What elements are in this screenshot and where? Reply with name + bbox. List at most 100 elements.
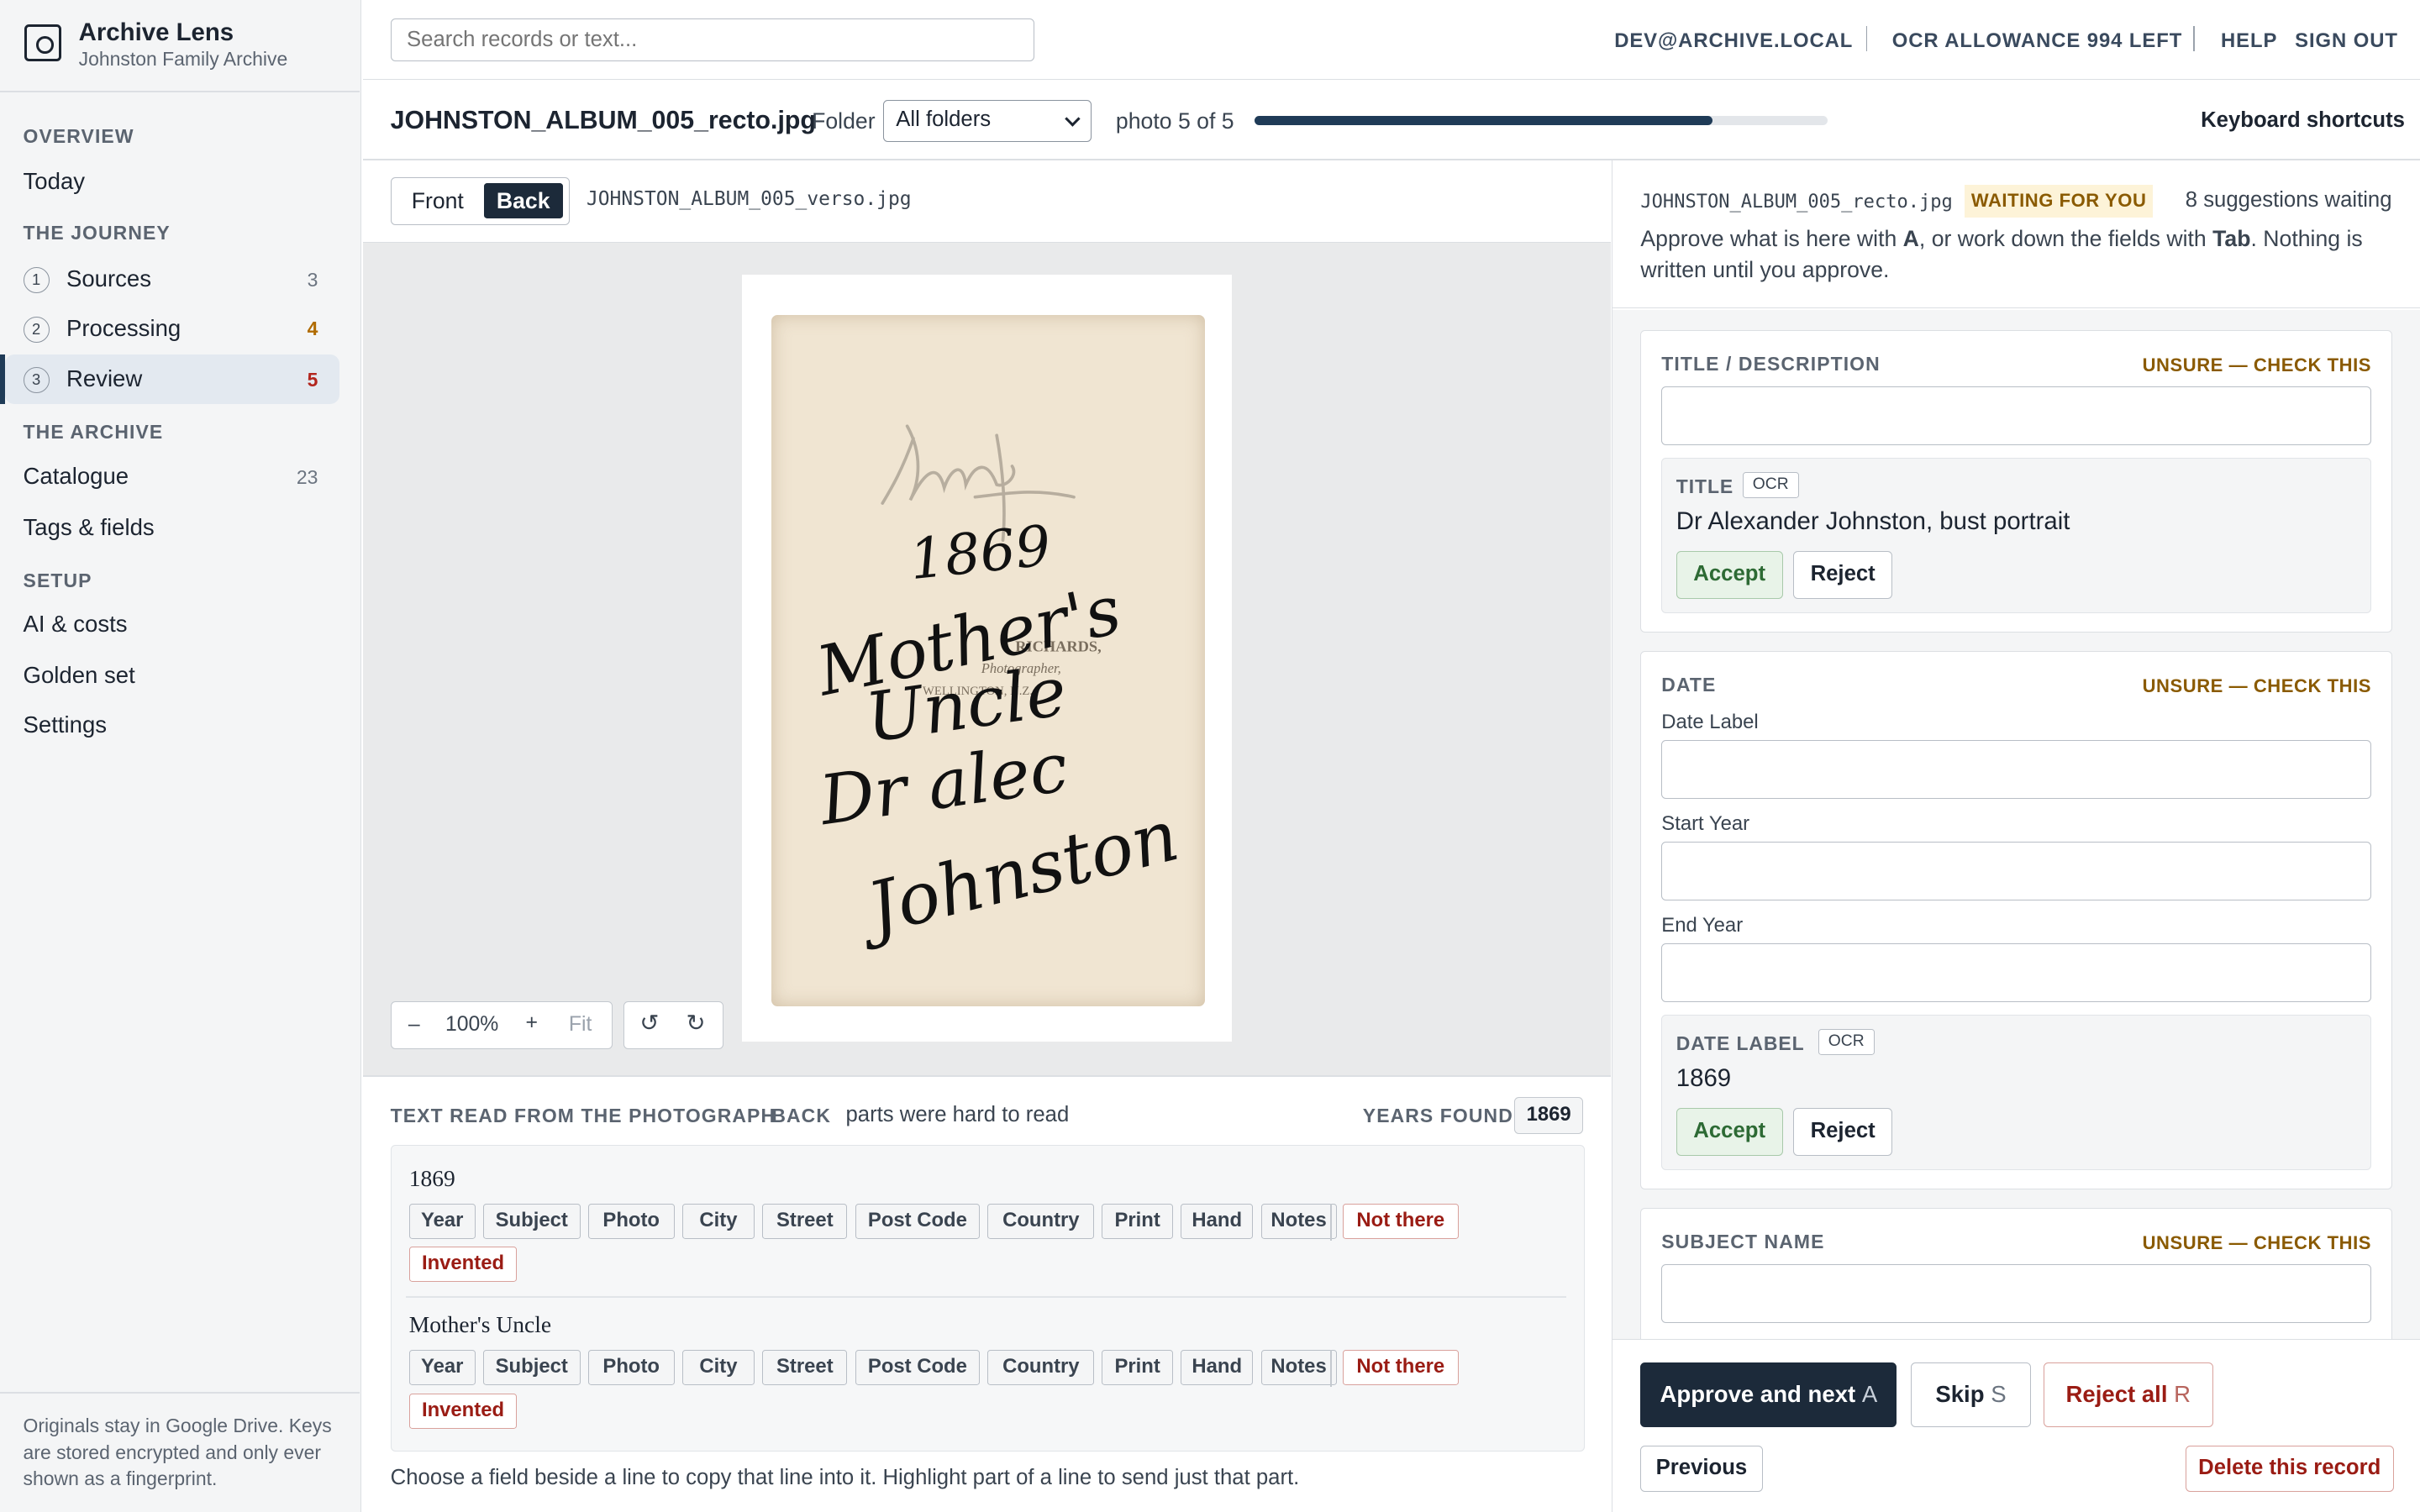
title-input[interactable] <box>1661 386 2372 445</box>
app-name: Archive Lens <box>78 18 234 47</box>
field-chip-city[interactable]: City <box>681 1203 755 1239</box>
folder-select[interactable]: All folders <box>882 100 1092 142</box>
start-year-label: Start Year <box>1661 812 1750 836</box>
sidebar-item-count: 23 <box>296 465 318 488</box>
text-line[interactable]: 1869 <box>409 1165 455 1192</box>
field-heading: SUBJECT NAME <box>1661 1230 1825 1252</box>
shortcut-key: R <box>2174 1380 2191 1407</box>
front-toggle-button[interactable]: Front <box>397 183 478 218</box>
textread-divider <box>362 1075 1612 1077</box>
zoom-out-button[interactable]: – <box>408 1013 420 1037</box>
suggestion-value: 1869 <box>1676 1064 1732 1093</box>
not-there-chip[interactable]: Not there <box>1342 1203 1459 1239</box>
field-chip-street[interactable]: Street <box>762 1350 848 1386</box>
accept-button[interactable]: Accept <box>1676 550 1783 599</box>
handwriting-line: Dr alec <box>813 728 1072 842</box>
field-chip-city[interactable]: City <box>681 1350 755 1386</box>
rotate-left-icon[interactable]: ↺ <box>639 1010 659 1037</box>
sidebar-item-count: 3 <box>307 268 318 291</box>
previous-button[interactable]: Previous <box>1640 1445 1763 1493</box>
end-year-input[interactable] <box>1661 943 2372 1002</box>
handwriting-line: 1869 <box>907 513 1054 592</box>
field-chip-print[interactable]: Print <box>1102 1203 1173 1239</box>
unsure-badge: UNSURE — CHECK THIS <box>2142 675 2371 696</box>
date-field-card: DATE UNSURE — CHECK THIS Date Label Star… <box>1640 651 2392 1190</box>
year-badge[interactable]: 1869 <box>1513 1096 1584 1134</box>
field-chip-subject[interactable]: Subject <box>482 1350 581 1386</box>
chevron-down-icon <box>1065 111 1081 127</box>
section-archive: THE ARCHIVE <box>23 421 164 444</box>
photo-card-back: RICHARDS, Photographer, WELLINGTON, N.Z.… <box>771 314 1206 1006</box>
sidebar-item-review[interactable]: 3 Review 5 <box>0 354 340 405</box>
invented-chip[interactable]: Invented <box>408 1393 518 1429</box>
zoom-in-button[interactable]: + <box>525 1011 537 1035</box>
reject-button[interactable]: Reject <box>1793 550 1892 599</box>
field-chip-street[interactable]: Street <box>762 1203 848 1239</box>
field-chip-post-code[interactable]: Post Code <box>855 1203 981 1239</box>
field-chip-year[interactable]: Year <box>408 1350 476 1386</box>
help-link[interactable]: HELP <box>2221 29 2277 53</box>
field-chip-hand[interactable]: Hand <box>1181 1350 1254 1386</box>
not-there-chip[interactable]: Not there <box>1342 1350 1459 1386</box>
sidebar-item-sources[interactable]: 1 Sources 3 <box>5 255 340 304</box>
field-chip-notes[interactable]: Notes <box>1260 1203 1337 1239</box>
accept-button[interactable]: Accept <box>1676 1107 1783 1156</box>
sidebar-divider <box>0 91 360 93</box>
progress-fill <box>1255 115 1713 125</box>
field-chip-subject[interactable]: Subject <box>482 1203 581 1239</box>
subject-name-input[interactable] <box>1661 1264 2372 1324</box>
ocr-allowance: OCR ALLOWANCE 994 LEFT <box>1891 29 2183 52</box>
sidebar-item-catalogue[interactable]: Catalogue 23 <box>5 452 340 501</box>
instr-key: A <box>1902 226 1919 252</box>
field-chip-year[interactable]: Year <box>408 1203 476 1239</box>
field-chip-notes[interactable]: Notes <box>1260 1350 1337 1386</box>
date-label-input[interactable] <box>1661 739 2372 799</box>
archive-name: Johnston Family Archive <box>78 47 288 70</box>
instr-text: , or work down the fields with <box>1918 226 2213 252</box>
invented-chip[interactable]: Invented <box>408 1247 518 1283</box>
keyboard-shortcuts-link[interactable]: Keyboard shortcuts <box>2201 108 2405 133</box>
sidebar-item-today[interactable]: Today <box>5 157 340 207</box>
field-heading: DATE <box>1661 673 1717 696</box>
sidebar-item-golden-set[interactable]: Golden set <box>5 651 340 701</box>
skip-button[interactable]: Skip S <box>1910 1362 2032 1427</box>
sidebar-item-tags-fields[interactable]: Tags & fields <box>5 503 340 553</box>
field-chip-country[interactable]: Country <box>987 1203 1095 1239</box>
approve-next-button[interactable]: Approve and next A <box>1640 1362 1897 1427</box>
sign-out-link[interactable]: SIGN OUT <box>2295 29 2398 53</box>
section-journey: THE JOURNEY <box>23 222 171 244</box>
sidebar-item-ai-costs[interactable]: AI & costs <box>5 600 340 649</box>
review-instructions: Approve what is here with A, or work dow… <box>1640 223 2393 285</box>
line-divider <box>406 1295 1567 1298</box>
field-chip-photo[interactable]: Photo <box>587 1350 675 1386</box>
field-heading: TITLE / DESCRIPTION <box>1661 352 1881 375</box>
sidebar-item-label: Processing <box>66 314 182 341</box>
text-line[interactable]: Mother's Uncle <box>409 1311 551 1338</box>
search-input[interactable] <box>390 18 1034 62</box>
delete-record-button[interactable]: Delete this record <box>2185 1445 2394 1493</box>
rotate-right-icon[interactable]: ↻ <box>686 1010 705 1037</box>
sidebar-item-settings[interactable]: Settings <box>5 701 340 750</box>
fit-button[interactable]: Fit <box>569 1013 592 1037</box>
sidebar-item-processing[interactable]: 2 Processing 4 <box>5 304 340 354</box>
start-year-input[interactable] <box>1661 841 2372 900</box>
reject-button[interactable]: Reject <box>1793 1107 1892 1156</box>
back-toggle-button[interactable]: Back <box>483 182 563 218</box>
field-chip-country[interactable]: Country <box>987 1350 1095 1386</box>
progress-bar <box>1255 115 1828 125</box>
subject-field-card: SUBJECT NAME UNSURE — CHECK THIS <box>1640 1208 2392 1340</box>
field-chip-print[interactable]: Print <box>1102 1350 1173 1386</box>
field-chip-post-code[interactable]: Post Code <box>855 1350 981 1386</box>
topbar-separator <box>2192 26 2195 51</box>
instr-text: Approve what is here with <box>1640 226 1903 252</box>
chip-divider <box>1330 1203 1333 1241</box>
folder-label: Folder <box>812 108 876 134</box>
ocr-tag: OCR <box>1818 1029 1875 1056</box>
side-toggle: Front Back <box>390 177 570 226</box>
reject-all-button[interactable]: Reject all R <box>2043 1362 2213 1427</box>
field-chip-photo[interactable]: Photo <box>587 1203 675 1239</box>
rotate-controls: ↺ ↻ <box>623 1001 724 1049</box>
text-lines-list <box>390 1144 1586 1452</box>
field-chip-hand[interactable]: Hand <box>1181 1203 1254 1239</box>
sidebar-item-label: AI & costs <box>23 611 128 638</box>
